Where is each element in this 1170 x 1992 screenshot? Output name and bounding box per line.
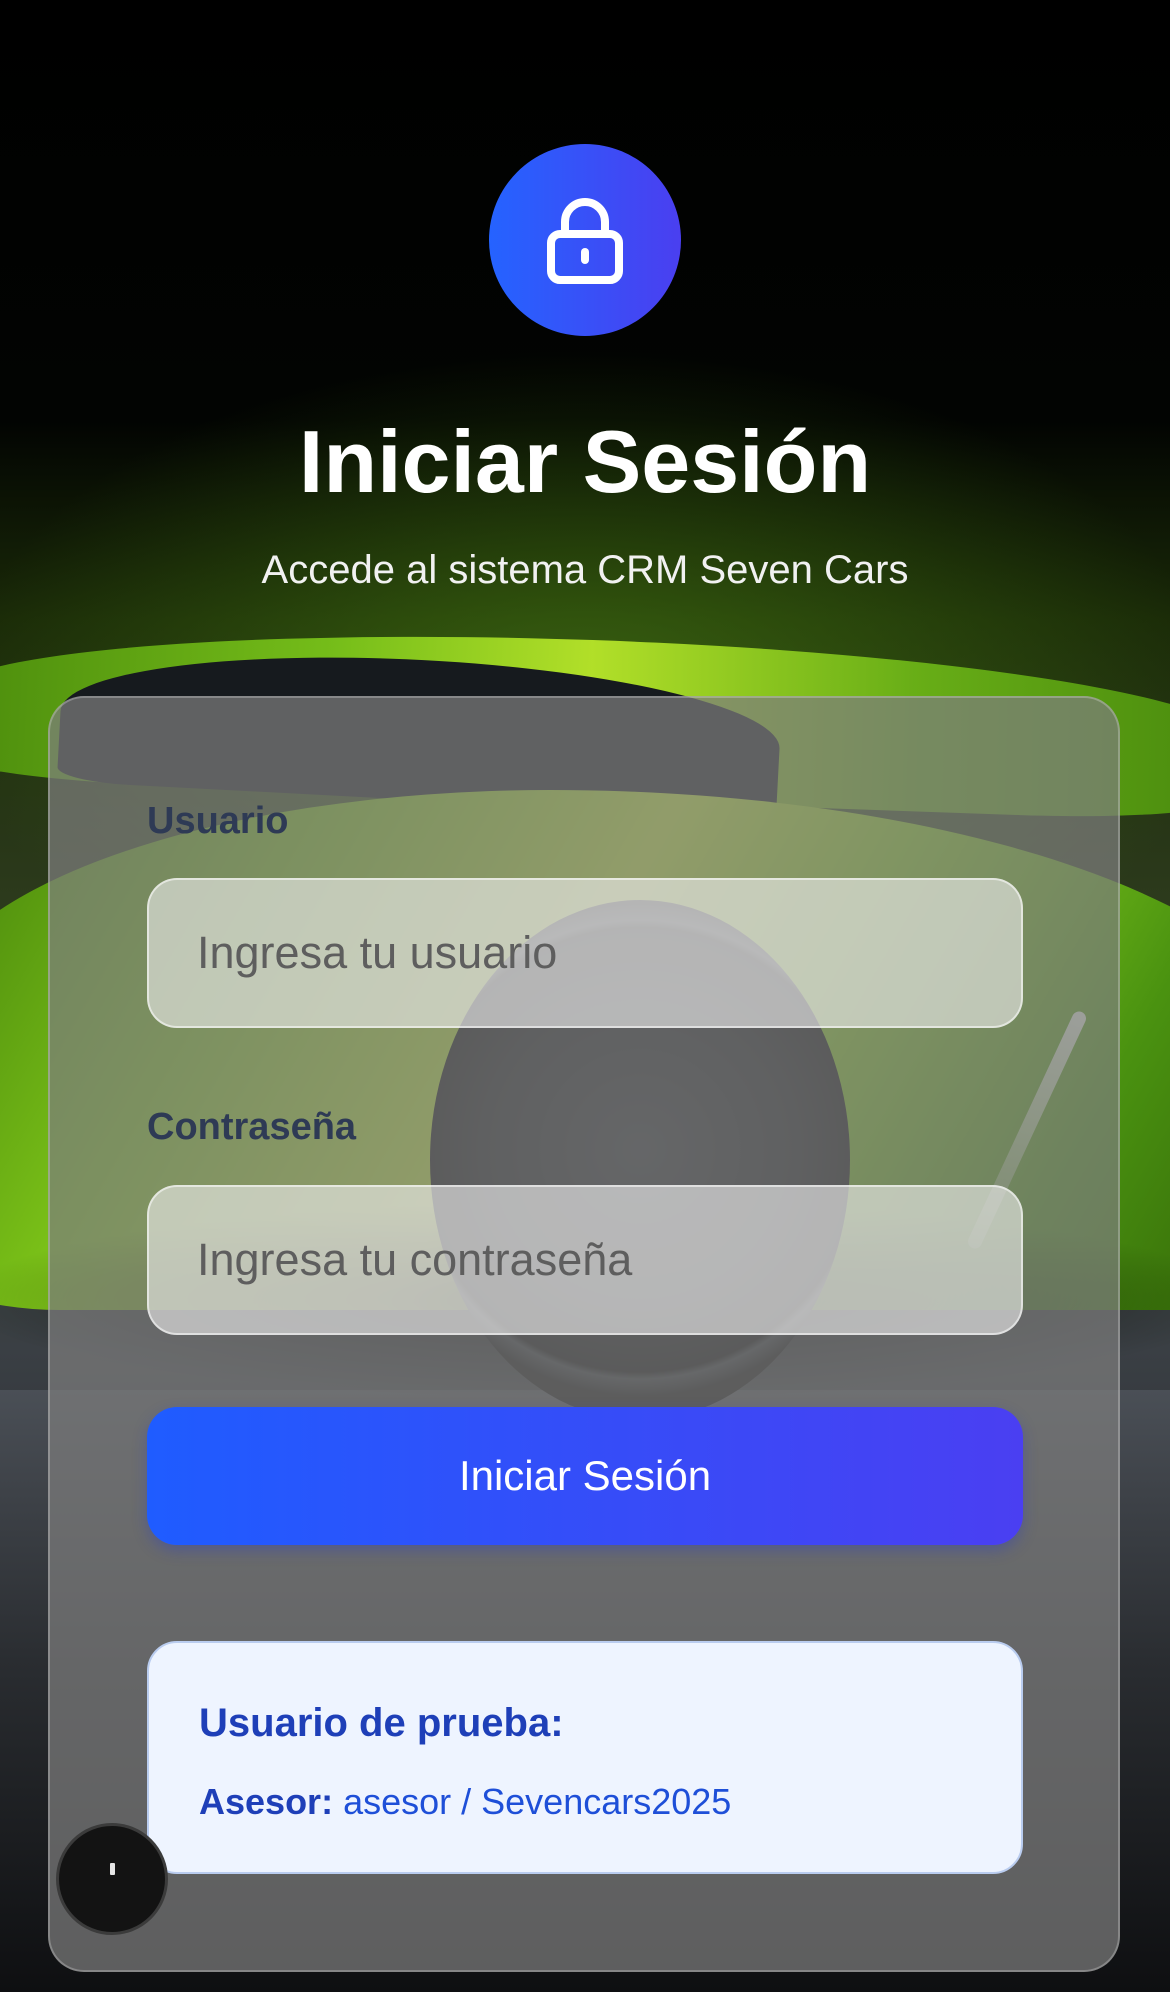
- test-user-credentials: asesor / Sevencars2025: [343, 1781, 732, 1822]
- login-button[interactable]: Iniciar Sesión: [147, 1407, 1023, 1545]
- test-user-title: Usuario de prueba:: [199, 1701, 564, 1745]
- test-user-credentials-line: Asesor: asesor / Sevencars2025: [199, 1781, 731, 1823]
- test-user-box: Usuario de prueba: Asesor: asesor / Seve…: [147, 1641, 1023, 1874]
- floating-action-button[interactable]: [56, 1823, 168, 1935]
- password-input[interactable]: [147, 1185, 1023, 1335]
- password-label: Contraseña: [147, 1106, 357, 1148]
- fab-indicator-icon: [109, 1863, 115, 1875]
- username-label: Usuario: [147, 800, 289, 842]
- lock-icon: [547, 198, 623, 284]
- lock-icon-badge: [489, 144, 681, 336]
- page-subtitle: Accede al sistema CRM Seven Cars: [261, 548, 909, 592]
- test-user-role: Asesor:: [199, 1781, 334, 1822]
- username-input[interactable]: [147, 878, 1023, 1028]
- page-title: Iniciar Sesión: [298, 412, 872, 511]
